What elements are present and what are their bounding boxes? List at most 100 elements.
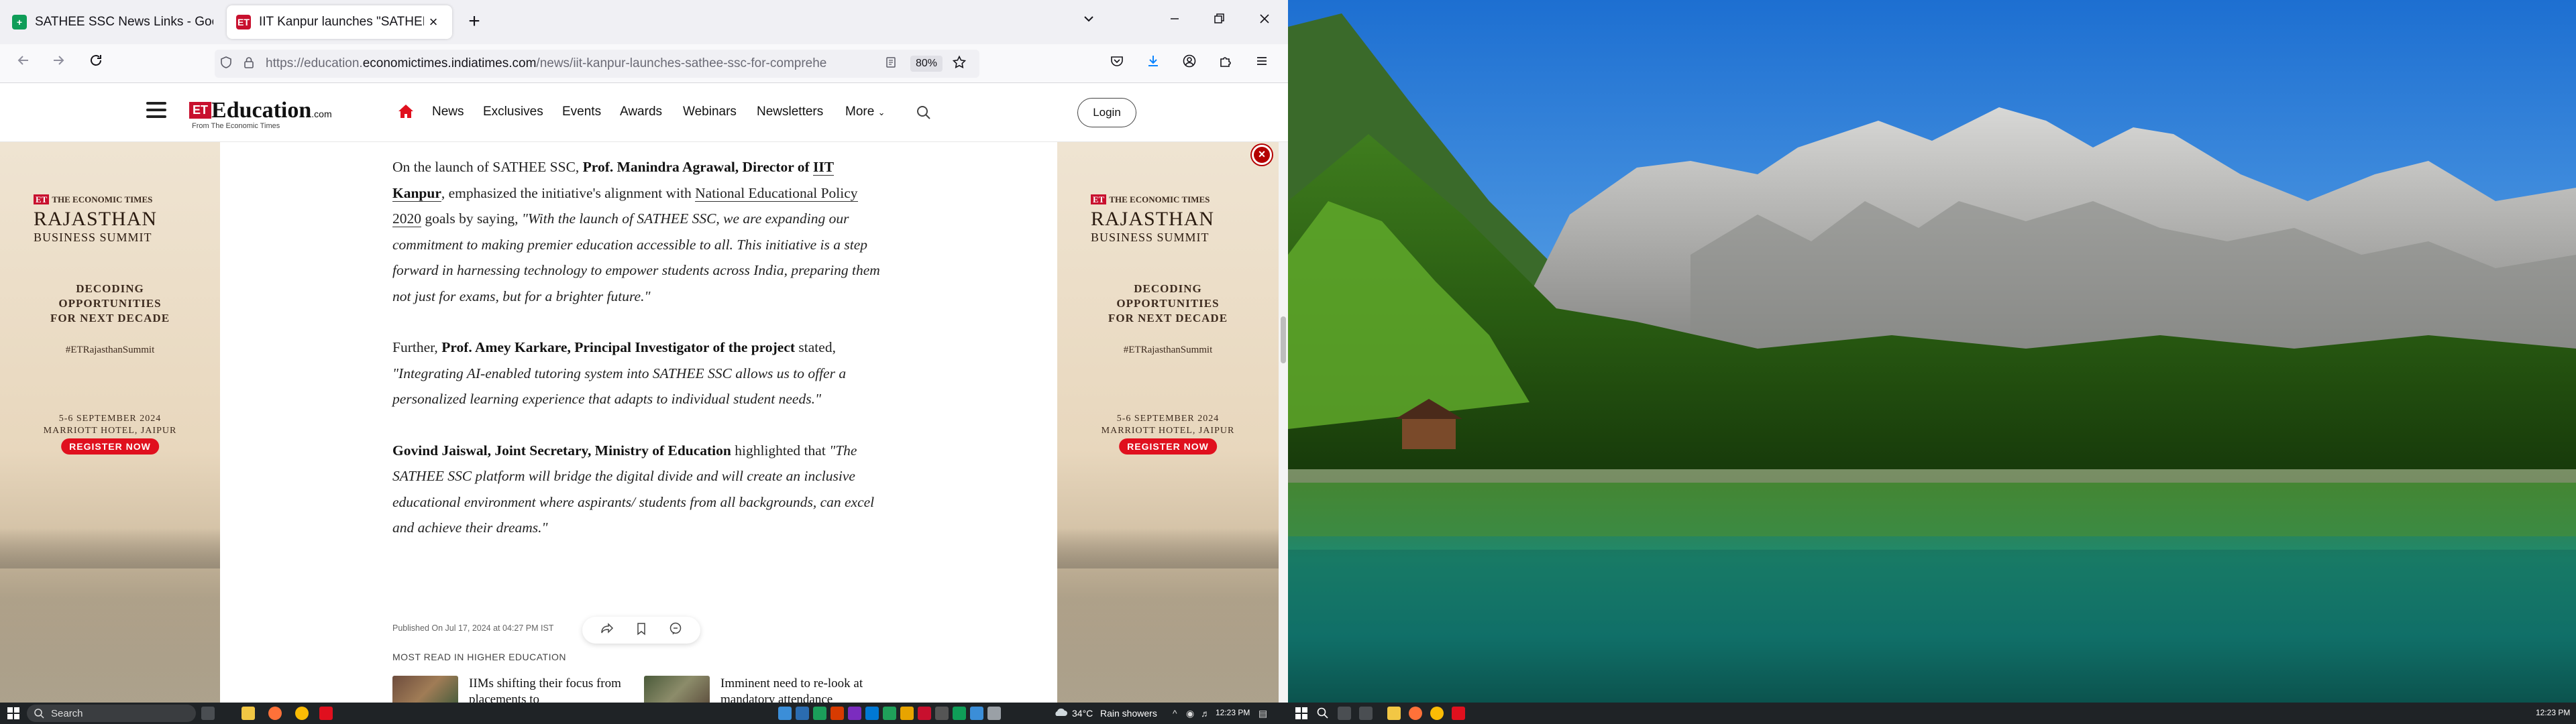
ad-tagline-line: FOR NEXT DECADE: [50, 312, 170, 324]
ad-title: RAJASTHAN: [1091, 208, 1215, 230]
ad-date: 5-6 SEPTEMBER 2024 MARRIOTT HOTEL, JAIPUR: [1057, 413, 1279, 437]
restore-window-icon[interactable]: [1206, 9, 1232, 35]
app-icon[interactable]: [319, 707, 333, 720]
app-menu-hamburger-icon[interactable]: [1250, 52, 1273, 75]
tracking-protection-shield-icon[interactable]: [215, 56, 237, 72]
tray-app-icon[interactable]: [953, 707, 966, 720]
task-view-icon[interactable]: [201, 707, 215, 720]
most-read-card[interactable]: Imminent need to re-look at mandatory at…: [644, 676, 899, 703]
tray-app-icon[interactable]: [865, 707, 879, 720]
ad-register-now-button[interactable]: REGISTER NOW: [1119, 438, 1217, 455]
bold-span: Prof. Manindra Agrawal, Director of: [582, 159, 814, 175]
tray-chevron-icon[interactable]: ^: [1173, 708, 1177, 719]
taskbar-left-monitor: Search 34°C Rain showers ^ ◉ ♬ 12:23 PM …: [0, 703, 1288, 724]
task-view-icon[interactable]: [1338, 707, 1351, 720]
file-explorer-icon[interactable]: [241, 707, 255, 720]
bookmark-icon[interactable]: [634, 621, 649, 640]
clock[interactable]: 12:23 PM: [2536, 708, 2570, 717]
comment-icon[interactable]: [668, 621, 683, 640]
nav-news[interactable]: News: [432, 105, 464, 119]
widgets-icon[interactable]: [1359, 707, 1373, 720]
nav-awards[interactable]: Awards: [620, 105, 662, 119]
notification-icon[interactable]: ▤: [1258, 708, 1267, 719]
tray-app-icon[interactable]: [987, 707, 1001, 720]
tray-app-icon[interactable]: [848, 707, 861, 720]
windows-start-icon[interactable]: [1295, 707, 1308, 720]
tray-app-icon[interactable]: [918, 707, 931, 720]
pocket-icon[interactable]: [1106, 52, 1128, 75]
forward-arrow-icon[interactable]: [47, 52, 70, 75]
most-read-card[interactable]: IIMs shifting their focus from placement…: [392, 676, 647, 703]
reader-view-icon[interactable]: [879, 56, 902, 72]
url-bar[interactable]: https://education.economictimes.indiatim…: [215, 50, 979, 78]
scrollbar-thumb[interactable]: [1281, 316, 1286, 363]
tray-app-icon[interactable]: [883, 707, 896, 720]
volume-icon[interactable]: ♬: [1201, 708, 1210, 719]
list-all-tabs-chevron-icon[interactable]: [1076, 9, 1102, 35]
search-icon[interactable]: [1316, 707, 1330, 720]
article-paragraph: Govind Jaiswal, Joint Secretary, Ministr…: [392, 438, 889, 541]
ad-tagline-line: OPPORTUNITIES: [58, 297, 162, 310]
chrome-icon[interactable]: [1430, 707, 1444, 720]
nav-newsletters[interactable]: Newsletters: [757, 105, 823, 119]
account-icon[interactable]: [1178, 52, 1201, 75]
ad-register-now-button[interactable]: REGISTER NOW: [61, 438, 159, 455]
nav-more[interactable]: More ⌄: [845, 105, 885, 119]
close-window-icon[interactable]: [1252, 9, 1277, 35]
weather-cloud-icon[interactable]: [1053, 707, 1067, 720]
tray-app-icon[interactable]: [935, 707, 949, 720]
site-menu-hamburger-icon[interactable]: [146, 102, 166, 122]
url-text[interactable]: https://education.economictimes.indiatim…: [266, 56, 879, 71]
firefox-icon[interactable]: [268, 707, 282, 720]
bookmark-star-icon[interactable]: [948, 55, 971, 73]
tray-app-icon[interactable]: [778, 707, 792, 720]
reload-icon[interactable]: [85, 52, 107, 75]
downloads-icon[interactable]: [1142, 52, 1165, 75]
nav-events[interactable]: Events: [562, 105, 601, 119]
tab-title: IIT Kanpur launches "SATHEE SS: [259, 15, 424, 29]
nav-exclusives[interactable]: Exclusives: [483, 105, 543, 119]
file-explorer-icon[interactable]: [1387, 707, 1401, 720]
network-icon[interactable]: ◉: [1186, 708, 1194, 719]
clock[interactable]: 12:23 PM: [1216, 708, 1250, 717]
tray-app-icon[interactable]: [796, 707, 809, 720]
ad-brand-mark: ET: [34, 194, 50, 204]
zoom-level-badge[interactable]: 80%: [910, 56, 943, 72]
ad-subtitle: BUSINESS SUMMIT: [34, 231, 152, 244]
tab-sathee-ssc-news-links[interactable]: + SATHEE SSC News Links - Goog: [3, 5, 223, 39]
weather-temp[interactable]: 34°C: [1072, 708, 1093, 719]
logo-domain: .com: [311, 109, 332, 119]
site-logo[interactable]: ET Education.com From The Economic Times: [189, 98, 332, 130]
login-button[interactable]: Login: [1077, 98, 1136, 127]
ad-date-text: 5-6 SEPTEMBER 2024: [1116, 414, 1220, 424]
taskbar-search-box[interactable]: Search: [27, 705, 196, 722]
close-ad-icon[interactable]: ×: [1252, 145, 1272, 165]
search-icon[interactable]: [915, 104, 932, 121]
tray-app-icon[interactable]: [813, 707, 826, 720]
weather-description[interactable]: Rain showers: [1100, 708, 1157, 719]
page-scrollbar[interactable]: [1279, 142, 1288, 703]
tray-app-icon[interactable]: [900, 707, 914, 720]
close-tab-icon[interactable]: ×: [424, 13, 443, 31]
left-side-ad[interactable]: ET THE ECONOMIC TIMES RAJASTHAN BUSINESS …: [0, 142, 220, 703]
right-side-ad[interactable]: ET THE ECONOMIC TIMES RAJASTHAN BUSINESS …: [1057, 142, 1279, 703]
back-arrow-icon[interactable]: [12, 52, 35, 75]
article-container: On the launch of SATHEE SSC, Prof. Manin…: [220, 142, 1057, 703]
app-icon[interactable]: [1452, 707, 1465, 720]
tray-app-icon[interactable]: [830, 707, 844, 720]
ad-hashtag: #ETRajasthanSummit: [65, 345, 155, 355]
new-tab-button[interactable]: +: [462, 9, 487, 35]
tab-iit-kanpur-article[interactable]: ET IIT Kanpur launches "SATHEE SS ×: [227, 5, 452, 39]
article-paragraph: Further, Prof. Amey Karkare, Principal I…: [392, 335, 889, 412]
chrome-icon[interactable]: [295, 707, 309, 720]
extensions-puzzle-icon[interactable]: [1214, 52, 1237, 75]
windows-start-icon[interactable]: [7, 707, 20, 720]
firefox-icon[interactable]: [1409, 707, 1422, 720]
nav-webinars[interactable]: Webinars: [683, 105, 737, 119]
lock-icon[interactable]: [237, 56, 260, 72]
minimize-window-icon[interactable]: [1162, 9, 1187, 35]
share-arrow-icon[interactable]: [600, 621, 614, 640]
most-read-thumbnail: [392, 676, 458, 703]
tray-app-icon[interactable]: [970, 707, 983, 720]
home-icon[interactable]: [397, 103, 415, 119]
